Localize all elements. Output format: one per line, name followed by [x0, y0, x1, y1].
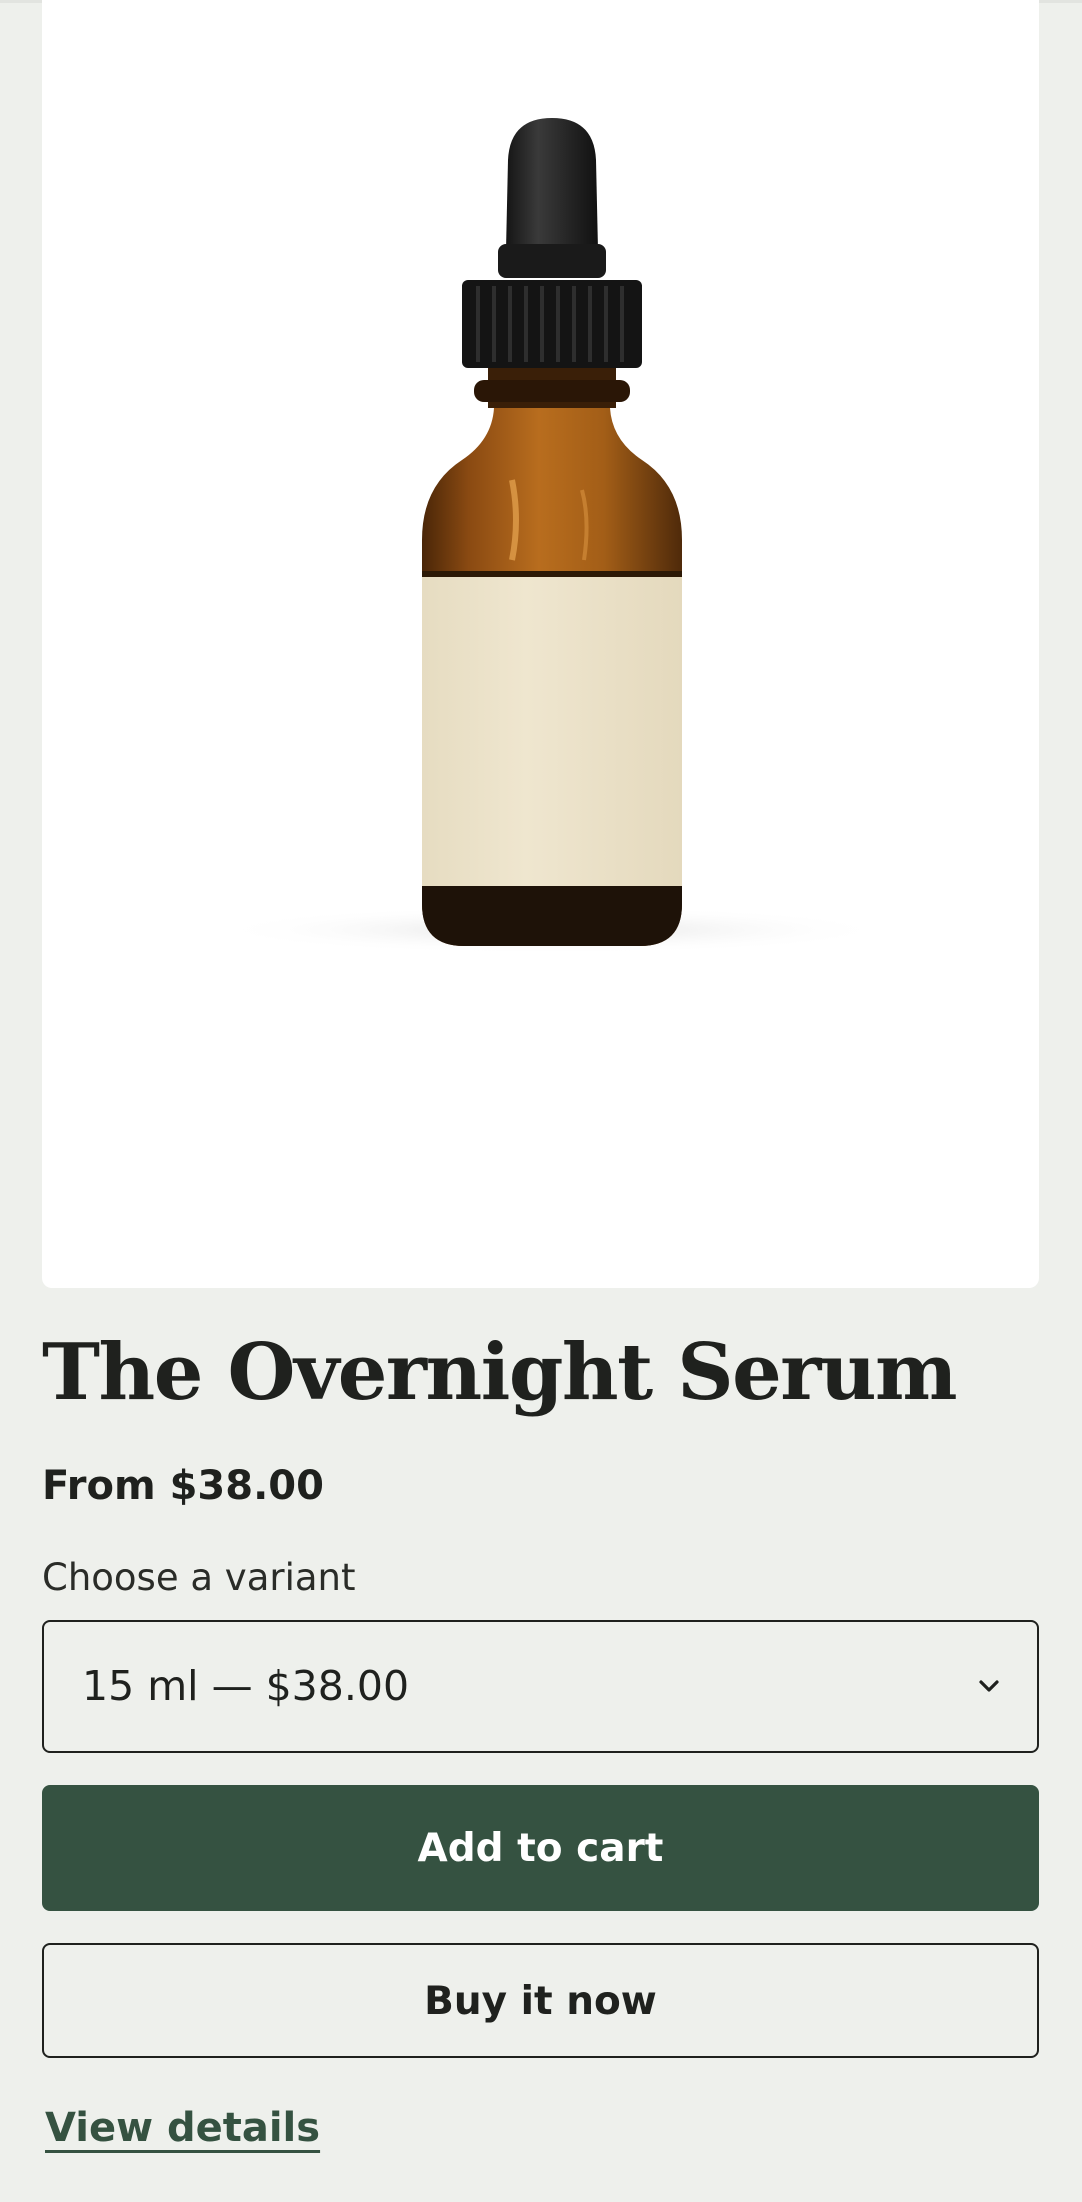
- product-title: The Overnight Serum: [42, 1327, 958, 1418]
- variant-label: Choose a variant: [42, 1556, 356, 1599]
- product-price: From $38.00: [42, 1463, 324, 1509]
- variant-select[interactable]: 15 ml — $38.00: [42, 1620, 1039, 1753]
- product-image: [42, 0, 1039, 1288]
- add-to-cart-button[interactable]: Add to cart: [42, 1785, 1039, 1911]
- buy-it-now-button[interactable]: Buy it now: [42, 1943, 1039, 2058]
- dropper-bottle-illustration: [212, 118, 892, 954]
- variant-selected-value: 15 ml — $38.00: [82, 1662, 410, 1710]
- chevron-down-icon: [979, 1680, 999, 1692]
- view-details-link[interactable]: View details: [45, 2100, 320, 2156]
